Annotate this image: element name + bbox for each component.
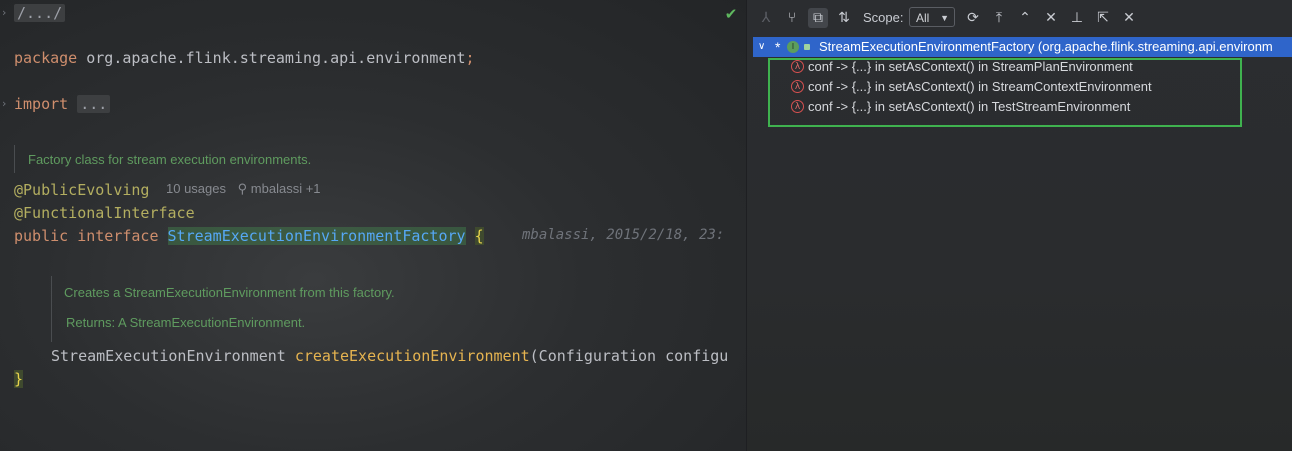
code-editor[interactable]: › /.../ package org.apache.flink.streami… [0,0,746,451]
method-return-type: StreamExecutionEnvironment [51,347,286,365]
subtypes-icon[interactable]: ⧉ [808,8,828,28]
scope-dropdown[interactable]: All ▼ [909,7,955,27]
root-label: StreamExecutionEnvironmentFactory (org.a… [819,39,1273,54]
annotation-functional-line[interactable]: @FunctionalInterface [14,203,195,223]
import-line[interactable]: import ... [14,94,111,114]
semicolon: ; [465,49,475,67]
author-name[interactable]: mbalassi +1 [251,181,321,196]
import-keyword: import [14,95,69,113]
public-keyword: public [14,227,69,245]
interface-name[interactable]: StreamExecutionEnvironmentFactory [167,227,466,245]
close-icon[interactable]: ✕ [1119,8,1139,28]
annotation-public-evolving-line[interactable]: @PublicEvolving [14,180,149,200]
pin-icon[interactable]: ⊥ [1067,8,1087,28]
close-brace-line[interactable]: } [14,369,24,389]
fold-path-line[interactable]: /.../ [14,3,66,23]
doc-text-line1: Creates a StreamExecutionEnvironment fro… [64,285,395,300]
autoscroll-icon[interactable]: ⤒ [989,8,1009,28]
doc-comment-class: Factory class for stream execution envir… [14,145,311,173]
type-hierarchy-icon[interactable]: ⑂ [782,8,802,28]
hierarchy-panel: ⅄ ⑂ ⧉ ⇅ Scope: All ▼ ⟳ ⤒ ⌃ ✕ ⊥ ⇱ ✕ ∨ * I… [746,0,1292,451]
scope-value: All [916,11,930,25]
expand-all-icon[interactable]: ⌃ [1015,8,1035,28]
open-brace: { [474,227,484,245]
git-blame-annotation: mbalassi, 2015/2/18, 23: [522,227,725,243]
interface-keyword: interface [77,227,159,245]
package-name: org.apache.flink.streaming.api.environme… [86,49,466,67]
lock-icon [804,44,810,50]
checkmark-icon[interactable]: ✔ [721,4,741,24]
close-brace: } [14,370,24,388]
doc-text-line2: Returns: A StreamExecutionEnvironment. [66,315,306,330]
annotation-functional: @FunctionalInterface [14,204,195,222]
open-in-window-icon[interactable]: ⇱ [1093,8,1113,28]
scope-label: Scope: [863,10,904,25]
sort-icon[interactable]: ⇅ [834,8,854,28]
tree-root-node[interactable]: ∨ * I StreamExecutionEnvironmentFactory … [753,37,1292,57]
chevron-down-icon: ▼ [940,13,949,23]
chevron-down-icon[interactable]: ∨ [758,37,765,57]
method-args: (Configuration configu [529,347,729,365]
usage-hint[interactable]: 10 usages ⚲ mbalassi +1 [166,181,321,197]
annotation-public-evolving: @PublicEvolving [14,181,150,199]
fold-arrow-icon[interactable]: › [2,6,6,19]
folded-imports[interactable]: ... [77,95,111,113]
usages-count[interactable]: 10 usages [166,181,226,196]
root-star: * [775,39,781,55]
package-line[interactable]: package org.apache.flink.streaming.api.e… [14,48,475,68]
method-name[interactable]: createExecutionEnvironment [295,347,530,365]
folded-path[interactable]: /.../ [14,4,66,22]
doc-text: Factory class for stream execution envir… [28,152,312,167]
method-declaration-line[interactable]: StreamExecutionEnvironment createExecuti… [51,346,728,366]
package-keyword: package [14,49,78,67]
collapse-all-icon[interactable]: ✕ [1041,8,1061,28]
supertypes-icon[interactable]: ⅄ [756,8,776,28]
interface-declaration-line[interactable]: public interface StreamExecutionEnvironm… [14,226,484,246]
fold-arrow-icon[interactable]: › [2,97,6,110]
author-icon: ⚲ [237,181,248,196]
highlight-box [768,58,1242,127]
interface-icon: I [787,41,799,53]
doc-comment-method: Creates a StreamExecutionEnvironment fro… [51,276,395,342]
hierarchy-toolbar: ⅄ ⑂ ⧉ ⇅ Scope: All ▼ ⟳ ⤒ ⌃ ✕ ⊥ ⇱ ✕ [747,0,1292,36]
refresh-icon[interactable]: ⟳ [963,8,983,28]
